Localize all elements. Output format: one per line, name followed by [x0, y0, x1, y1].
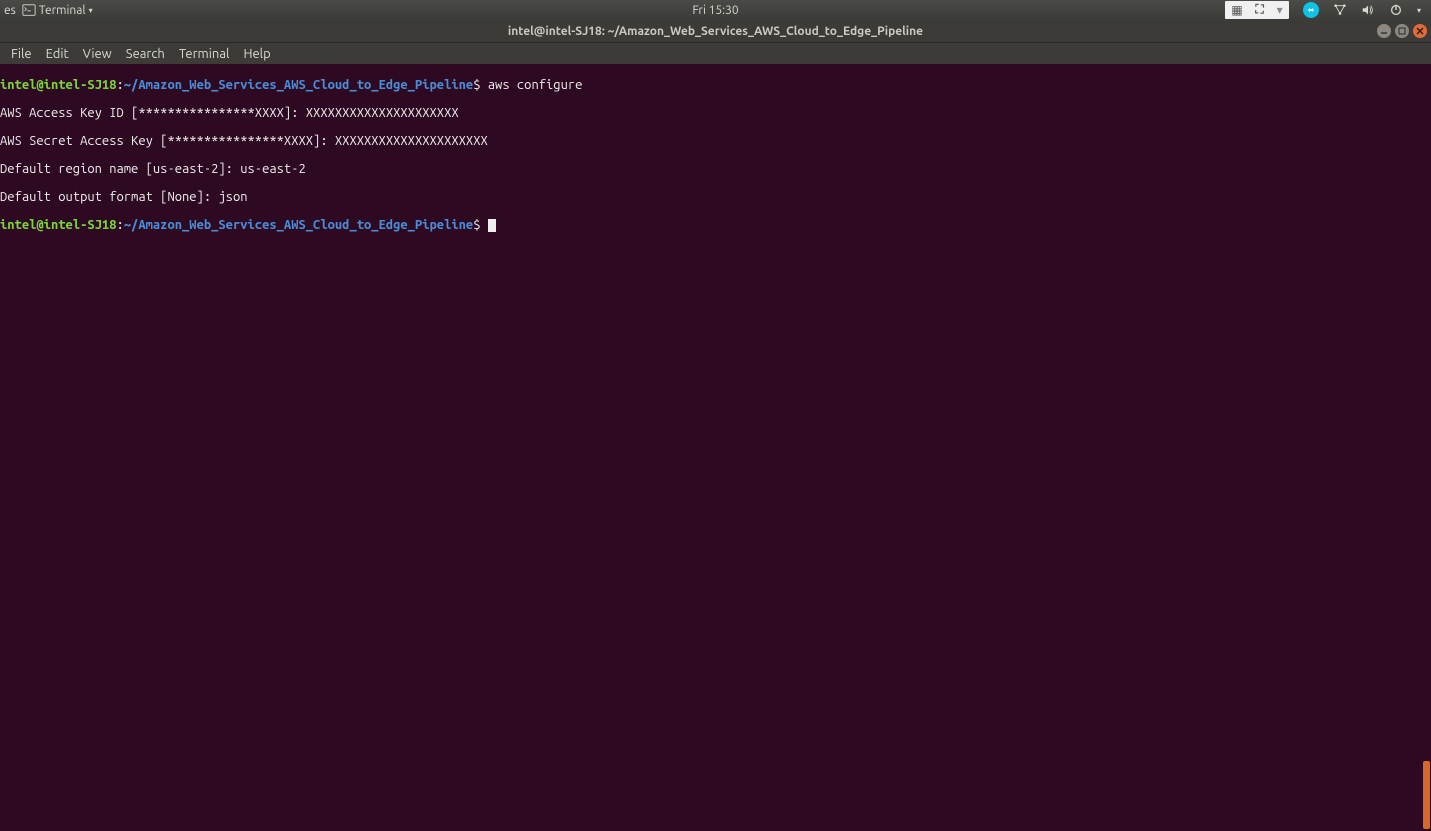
- desktop-top-panel: es Terminal ▾ Fri 15:30 ▦ ⛶ ▾: [0, 0, 1431, 20]
- power-icon: [1389, 3, 1403, 17]
- scrollbar-thumb[interactable]: [1423, 761, 1430, 829]
- prompt-path: /Amazon_Web_Services_AWS_Cloud_to_Edge_P…: [131, 78, 473, 92]
- terminal-app-indicator[interactable]: Terminal ▾: [22, 3, 93, 17]
- maximize-button[interactable]: [1395, 24, 1409, 38]
- window-title-bar: intel@intel-SJ18: ~/Amazon_Web_Services_…: [0, 20, 1431, 42]
- prompt-dollar: $: [473, 218, 480, 232]
- prompt-dollar: $: [473, 78, 480, 92]
- expand-icon: ⛶: [1255, 3, 1263, 17]
- close-button[interactable]: [1413, 24, 1427, 38]
- chevron-down-icon: ▾: [1417, 6, 1421, 15]
- terminal-line: AWS Access Key ID [****************XXXX]…: [0, 106, 1431, 120]
- terminal-icon: [22, 3, 36, 17]
- volume-icon: [1361, 3, 1375, 17]
- terminal-line: intel@intel-SJ18:~/Amazon_Web_Services_A…: [0, 218, 1431, 232]
- power-indicator[interactable]: [1389, 3, 1403, 17]
- network-icon: [1333, 3, 1347, 17]
- workspace-switcher[interactable]: ▦ ⛶ ▾: [1225, 1, 1289, 19]
- minimize-button[interactable]: [1377, 24, 1391, 38]
- terminal-viewport[interactable]: intel@intel-SJ18:~/Amazon_Web_Services_A…: [0, 64, 1431, 831]
- terminal-app-label: Terminal: [39, 4, 86, 17]
- maximize-icon: [1398, 27, 1406, 35]
- chevron-down-icon: ▾: [1277, 3, 1283, 17]
- prompt-path-prefix: ~: [124, 78, 131, 92]
- volume-indicator[interactable]: [1361, 3, 1375, 17]
- menu-help[interactable]: Help: [236, 47, 277, 61]
- close-icon: [1416, 27, 1424, 35]
- terminal-line: intel@intel-SJ18:~/Amazon_Web_Services_A…: [0, 78, 1431, 92]
- prompt-separator: :: [116, 218, 123, 232]
- panel-left-truncated: es: [4, 4, 16, 17]
- menu-search[interactable]: Search: [119, 47, 172, 61]
- menu-file[interactable]: File: [4, 47, 39, 61]
- grid-icon: ▦: [1231, 3, 1242, 17]
- menu-edit[interactable]: Edit: [39, 47, 76, 61]
- chevron-down-icon: ▾: [89, 6, 93, 15]
- terminal-line: AWS Secret Access Key [****************X…: [0, 134, 1431, 148]
- system-menu-arrow[interactable]: ▾: [1417, 6, 1421, 15]
- clock[interactable]: Fri 15:30: [692, 4, 738, 17]
- terminal-line: Default region name [us-east-2]: us-east…: [0, 162, 1431, 176]
- teamviewer-indicator[interactable]: [1303, 2, 1319, 18]
- menu-bar: File Edit View Search Terminal Help: [0, 42, 1431, 64]
- command-text: [481, 218, 488, 232]
- teamviewer-icon: [1306, 5, 1316, 15]
- menu-terminal[interactable]: Terminal: [172, 47, 237, 61]
- menu-view[interactable]: View: [76, 47, 119, 61]
- text-cursor: [488, 219, 496, 232]
- prompt-path-prefix: ~: [124, 218, 131, 232]
- minimize-icon: [1380, 27, 1388, 35]
- window-title: intel@intel-SJ18: ~/Amazon_Web_Services_…: [508, 25, 923, 38]
- network-indicator[interactable]: [1333, 3, 1347, 17]
- command-text: aws configure: [481, 78, 583, 92]
- terminal-line: Default output format [None]: json: [0, 190, 1431, 204]
- prompt-user-host: intel@intel-SJ18: [0, 218, 116, 232]
- prompt-path: /Amazon_Web_Services_AWS_Cloud_to_Edge_P…: [131, 218, 473, 232]
- prompt-separator: :: [116, 78, 123, 92]
- prompt-user-host: intel@intel-SJ18: [0, 78, 116, 92]
